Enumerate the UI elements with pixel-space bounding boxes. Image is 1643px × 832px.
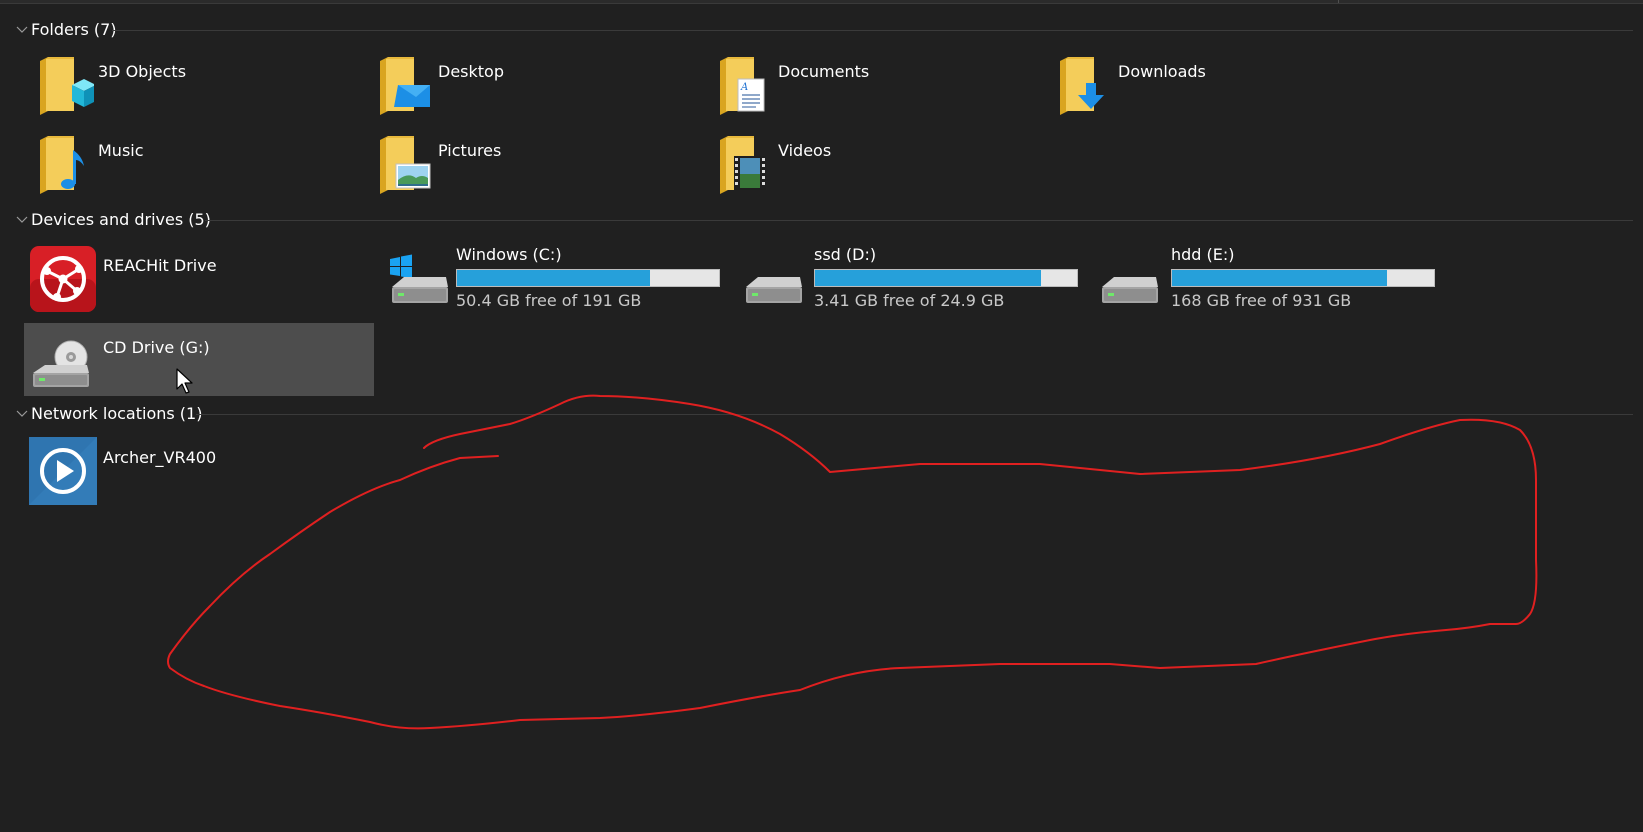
drive-usage-fill bbox=[1172, 270, 1387, 286]
folder-name: Music bbox=[98, 141, 144, 160]
folder-name: Desktop bbox=[438, 62, 504, 81]
svg-text:A: A bbox=[740, 82, 748, 93]
reachit-drive-icon bbox=[30, 246, 96, 312]
folder-pictures-icon bbox=[380, 136, 431, 194]
folder-tile-downloads[interactable]: Downloads bbox=[1056, 55, 1386, 119]
drive-tile-reachit[interactable]: REACHit Drive bbox=[29, 245, 364, 313]
group-divider bbox=[196, 414, 1633, 415]
group-title: Network locations (1) bbox=[31, 404, 203, 423]
folder-downloads-icon bbox=[1060, 57, 1104, 115]
folder-tile-music[interactable]: Music bbox=[36, 134, 366, 198]
chevron-down-icon[interactable] bbox=[14, 211, 30, 227]
group-title: Folders (7) bbox=[31, 20, 117, 39]
folder-name: Downloads bbox=[1118, 62, 1206, 81]
drive-free-space: 50.4 GB free of 191 GB bbox=[456, 291, 642, 310]
folder-videos-icon bbox=[720, 136, 766, 194]
folder-name: Videos bbox=[778, 141, 832, 160]
folder-name: Pictures bbox=[438, 141, 502, 160]
window-top-edge bbox=[0, 0, 1643, 4]
folder-tile-pictures[interactable]: Pictures bbox=[376, 134, 706, 198]
drive-name: REACHit Drive bbox=[103, 256, 217, 275]
drive-usage-fill bbox=[815, 270, 1042, 286]
windows-drive-icon bbox=[390, 254, 448, 303]
group-header-devices[interactable]: Devices and drives (5) bbox=[10, 208, 1633, 234]
folder-name: Documents bbox=[778, 62, 870, 81]
network-tile-archer[interactable]: Archer_VR400 bbox=[29, 437, 364, 505]
media-server-icon bbox=[29, 437, 97, 505]
drive-tile-c[interactable]: Windows (C:) 50.4 GB free of 191 GB bbox=[388, 245, 728, 315]
chevron-down-icon[interactable] bbox=[14, 405, 30, 421]
group-title: Devices and drives (5) bbox=[31, 210, 211, 229]
group-header-folders[interactable]: Folders (7) bbox=[10, 18, 1633, 44]
drive-free-space: 168 GB free of 931 GB bbox=[1171, 291, 1352, 310]
drive-name: Windows (C:) bbox=[456, 245, 562, 264]
folder-name: 3D Objects bbox=[98, 62, 187, 81]
drive-tile-cd[interactable]: CD Drive (G:) bbox=[24, 323, 374, 396]
hard-drive-icon bbox=[1102, 277, 1158, 303]
drive-name: hdd (E:) bbox=[1171, 245, 1235, 264]
drive-usage-bar bbox=[1171, 269, 1435, 287]
folder-tile-documents[interactable]: A Documents bbox=[716, 55, 1046, 119]
folder-tile-desktop[interactable]: Desktop bbox=[376, 55, 706, 119]
group-divider bbox=[112, 30, 1633, 31]
folder-tile-videos[interactable]: Videos bbox=[716, 134, 1046, 198]
drive-usage-bar bbox=[456, 269, 720, 287]
column-separator bbox=[1338, 0, 1339, 3]
drive-free-space: 3.41 GB free of 24.9 GB bbox=[814, 291, 1005, 310]
drive-usage-fill bbox=[457, 270, 650, 286]
chevron-down-icon[interactable] bbox=[14, 21, 30, 37]
drive-usage-bar bbox=[814, 269, 1078, 287]
folder-music-icon bbox=[40, 136, 84, 194]
group-divider bbox=[205, 220, 1633, 221]
drive-tile-e[interactable]: hdd (E:) 168 GB free of 931 GB bbox=[1100, 245, 1440, 315]
cd-drive-icon bbox=[33, 340, 89, 387]
drive-name: ssd (D:) bbox=[814, 245, 877, 264]
hard-drive-icon bbox=[746, 277, 802, 303]
folder-documents-icon: A bbox=[720, 57, 765, 115]
drive-tile-d[interactable]: ssd (D:) 3.41 GB free of 24.9 GB bbox=[744, 245, 1084, 315]
drive-name: CD Drive (G:) bbox=[103, 338, 210, 357]
folder-3d-objects-icon bbox=[40, 57, 94, 115]
folder-desktop-icon bbox=[380, 57, 430, 115]
folder-tile-3d-objects[interactable]: 3D Objects bbox=[36, 55, 366, 119]
group-header-network[interactable]: Network locations (1) bbox=[10, 402, 1633, 428]
network-location-name: Archer_VR400 bbox=[103, 448, 217, 467]
mouse-cursor-icon bbox=[176, 368, 193, 394]
